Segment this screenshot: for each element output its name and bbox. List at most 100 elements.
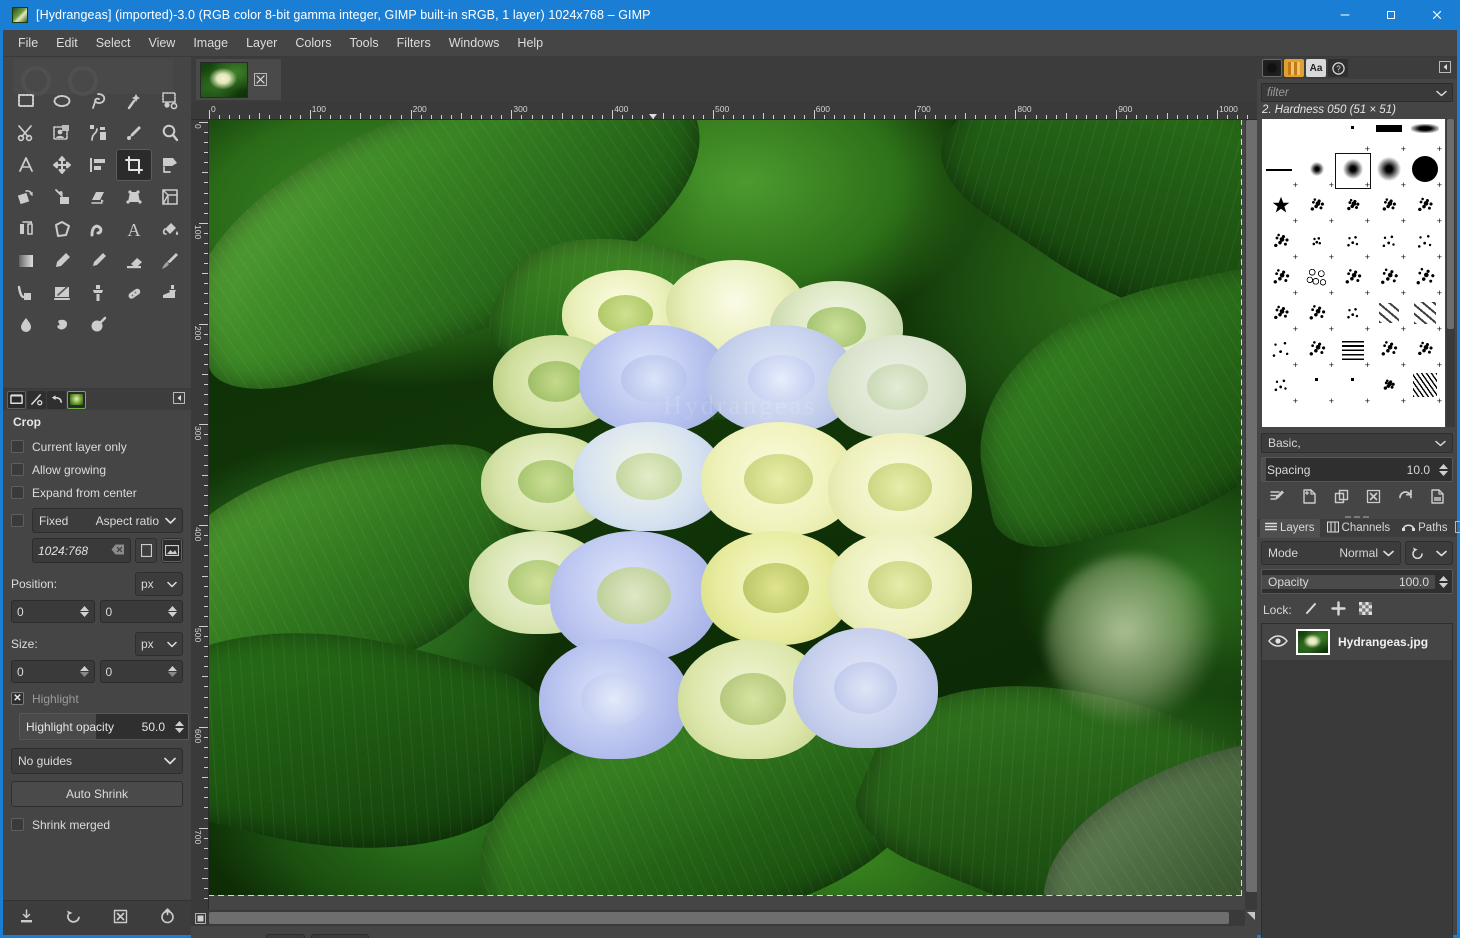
- scrollbar-thumb[interactable]: [209, 912, 1229, 924]
- current-layer-only-checkbox[interactable]: [11, 440, 24, 453]
- option-expand-from-center[interactable]: Expand from center: [11, 481, 183, 504]
- brush-thumbnail[interactable]: +: [1407, 333, 1443, 369]
- brush-thumbnail[interactable]: +: [1407, 153, 1443, 189]
- quickmask-toggle-button[interactable]: [191, 910, 209, 926]
- brush-thumbnail[interactable]: +: [1299, 261, 1335, 297]
- perspective-tool[interactable]: [116, 181, 152, 213]
- brush-thumbnail[interactable]: +: [1371, 119, 1407, 153]
- menu-filters[interactable]: Filters: [388, 32, 440, 54]
- brush-thumbnail[interactable]: [1371, 405, 1407, 427]
- duplicate-brush-icon[interactable]: [1333, 488, 1350, 508]
- delete-tool-preset-icon[interactable]: [112, 908, 129, 928]
- menu-layer[interactable]: Layer: [237, 32, 286, 54]
- size-unit-combo[interactable]: px: [135, 632, 183, 656]
- new-brush-icon[interactable]: [1301, 488, 1318, 508]
- brush-thumbnail[interactable]: [1299, 405, 1335, 427]
- landscape-orientation-button[interactable]: [161, 538, 183, 563]
- fuzzy-select-tool[interactable]: [116, 85, 152, 117]
- minimize-button[interactable]: [1322, 0, 1368, 30]
- option-shrink-merged[interactable]: Shrink merged: [11, 813, 183, 836]
- tab-layers[interactable]: Layers: [1260, 519, 1320, 538]
- clone-tool[interactable]: [80, 277, 116, 309]
- brush-thumbnail[interactable]: +: [1263, 189, 1299, 225]
- measure-tool[interactable]: [8, 149, 44, 181]
- brush-thumbnail[interactable]: +: [1335, 225, 1371, 261]
- brush-thumbnail[interactable]: +: [1263, 333, 1299, 369]
- brush-thumbnail[interactable]: [1407, 405, 1443, 427]
- brushes-tab[interactable]: [1262, 59, 1282, 77]
- brush-thumbnail[interactable]: +: [1335, 119, 1371, 153]
- highlight-opacity-track[interactable]: Highlight opacity 50.0: [20, 714, 171, 739]
- fixed-aspect-combo[interactable]: Fixed Aspect ratio: [32, 508, 183, 533]
- auto-shrink-button[interactable]: Auto Shrink: [11, 781, 183, 807]
- move-tool[interactable]: [44, 149, 80, 181]
- menu-select[interactable]: Select: [87, 32, 140, 54]
- dodge-burn-tool[interactable]: [80, 309, 116, 341]
- rectangle-select-tool[interactable]: [8, 85, 44, 117]
- lock-pixels-icon[interactable]: [1304, 601, 1319, 619]
- brush-thumbnail[interactable]: +: [1299, 225, 1335, 261]
- brush-thumbnail[interactable]: +: [1299, 297, 1335, 333]
- aspect-ratio-input[interactable]: 1024:768: [32, 538, 131, 563]
- perspective-clone-tool[interactable]: [152, 277, 188, 309]
- airbrush-tool[interactable]: [152, 245, 188, 277]
- image-canvas[interactable]: Hydrangeas: [209, 120, 1241, 895]
- bucket-fill-tool[interactable]: [152, 213, 188, 245]
- layer-list[interactable]: Hydrangeas.jpg: [1261, 623, 1453, 938]
- scrollbar-thumb[interactable]: [1447, 119, 1454, 329]
- shear-tool[interactable]: [80, 181, 116, 213]
- canvas-horizontal-scrollbar[interactable]: [209, 910, 1245, 926]
- brush-thumbnail[interactable]: +: [1263, 225, 1299, 261]
- tab-paths[interactable]: Paths: [1397, 519, 1452, 538]
- rotate-tool[interactable]: [8, 181, 44, 213]
- save-tool-preset-icon[interactable]: [18, 908, 35, 928]
- document-history-tab[interactable]: ?: [1328, 59, 1348, 77]
- cage-transform-tool[interactable]: [44, 213, 80, 245]
- shrink-merged-checkbox[interactable]: [11, 818, 24, 831]
- option-current-layer-only[interactable]: Current layer only: [11, 435, 183, 458]
- menu-file[interactable]: File: [9, 32, 47, 54]
- brush-thumbnail[interactable]: +: [1263, 261, 1299, 297]
- mypaint-brush-tool[interactable]: [44, 277, 80, 309]
- menu-image[interactable]: Image: [184, 32, 237, 54]
- brush-thumbnail[interactable]: [1263, 405, 1299, 427]
- menu-help[interactable]: Help: [508, 32, 552, 54]
- tool-options-menu-icon[interactable]: [173, 392, 185, 407]
- brush-thumbnail[interactable]: +: [1299, 189, 1335, 225]
- smudge-tool[interactable]: [44, 309, 80, 341]
- scissors-select-tool[interactable]: [8, 117, 44, 149]
- brush-thumbnail[interactable]: +: [1263, 369, 1299, 405]
- layer-blend-space-button[interactable]: [1405, 541, 1453, 565]
- position-y-input[interactable]: 0: [100, 600, 184, 623]
- brush-thumbnail[interactable]: +: [1407, 297, 1443, 333]
- scale-tool[interactable]: [44, 181, 80, 213]
- fixed-checkbox[interactable]: [11, 514, 24, 527]
- patterns-tab[interactable]: [1284, 59, 1304, 77]
- crop-tool[interactable]: [116, 149, 152, 181]
- brush-thumbnail[interactable]: +: [1371, 297, 1407, 333]
- spin-arrows-icon[interactable]: [80, 606, 89, 617]
- close-icon[interactable]: [252, 72, 268, 88]
- brush-thumbnail[interactable]: +: [1263, 153, 1299, 189]
- vertical-ruler[interactable]: 0100200300400500600700: [191, 120, 209, 910]
- highlight-checkbox[interactable]: ✕: [11, 692, 24, 705]
- menu-colors[interactable]: Colors: [286, 32, 340, 54]
- free-select-tool[interactable]: [80, 85, 116, 117]
- edit-brush-icon[interactable]: [1269, 488, 1286, 508]
- guides-combo[interactable]: No guides: [11, 748, 183, 774]
- lock-position-icon[interactable]: [1331, 601, 1346, 619]
- brush-thumbnail[interactable]: +: [1335, 369, 1371, 405]
- reset-blend-icon[interactable]: [1411, 545, 1425, 562]
- reset-tool-options-icon[interactable]: [159, 908, 176, 928]
- size-height-input[interactable]: 0: [100, 660, 184, 683]
- close-button[interactable]: [1414, 0, 1460, 30]
- spin-arrows-icon[interactable]: [171, 721, 188, 733]
- brush-thumbnail[interactable]: +: [1263, 297, 1299, 333]
- brush-thumbnail[interactable]: +: [1371, 261, 1407, 297]
- device-status-tab[interactable]: [27, 391, 46, 409]
- transform-tool[interactable]: [152, 149, 188, 181]
- brush-thumbnail[interactable]: +: [1407, 119, 1443, 153]
- menu-view[interactable]: View: [139, 32, 184, 54]
- brush-thumbnail[interactable]: +: [1371, 369, 1407, 405]
- brush-thumbnail[interactable]: +: [1407, 189, 1443, 225]
